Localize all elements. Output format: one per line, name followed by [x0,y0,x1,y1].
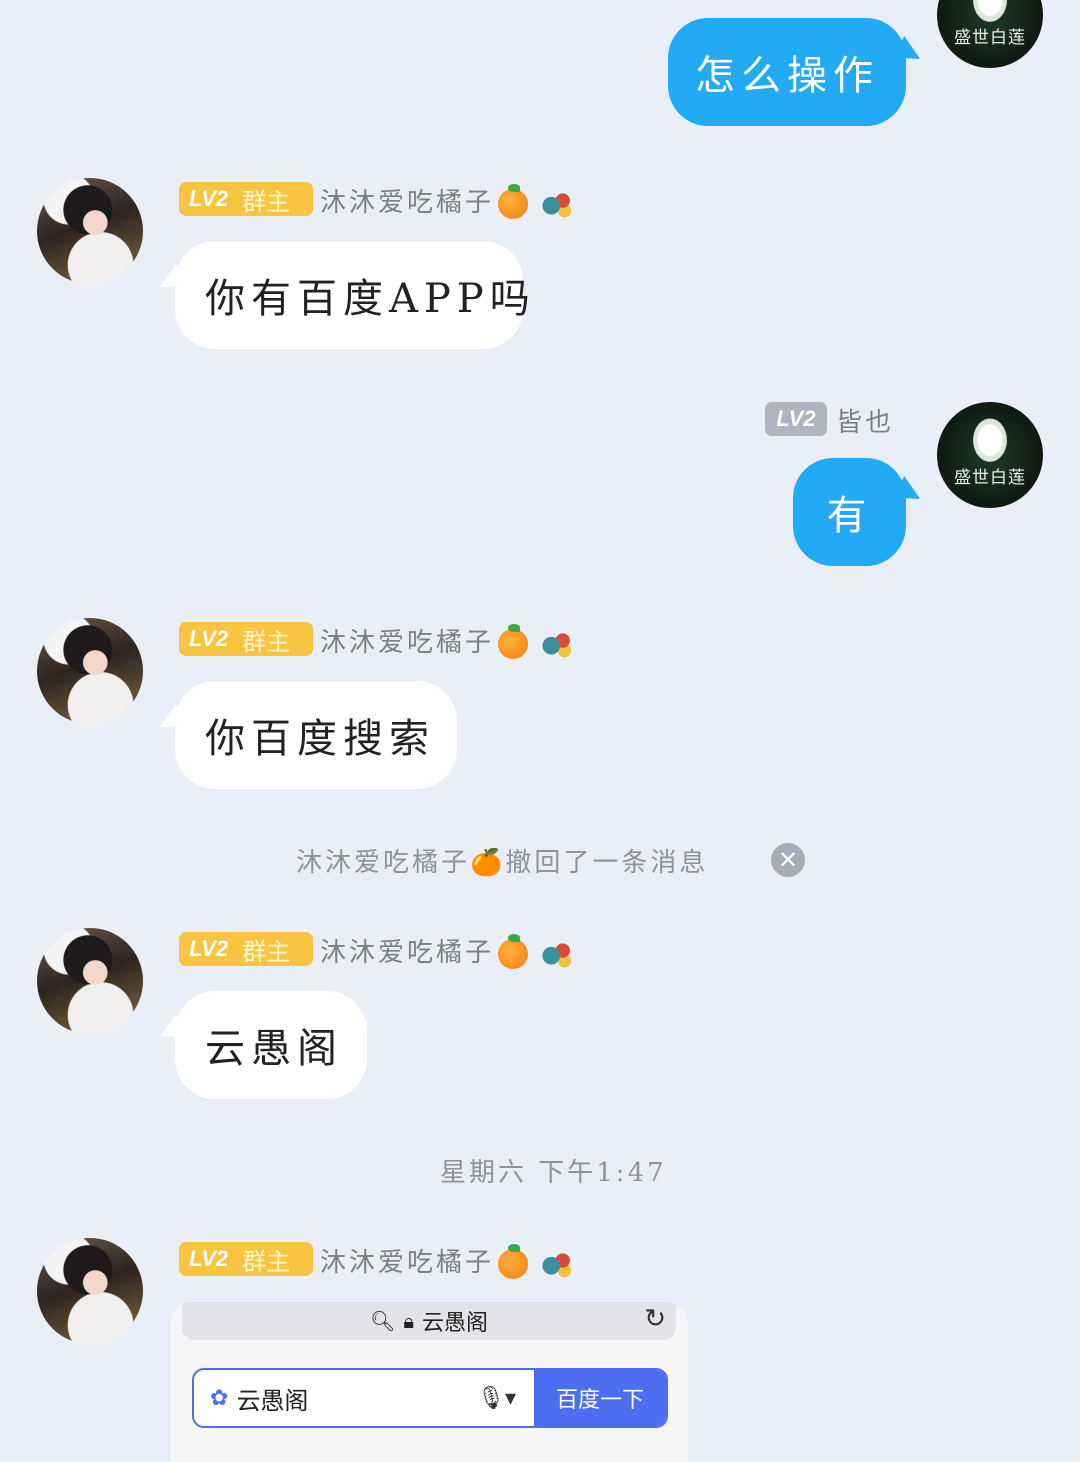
self-nickname: 皆也 [836,408,895,438]
level-badge: LV2 [765,402,827,436]
baidu-search-box: ✿ 云愚阁 🎙︎▾ 百度一下 [192,1368,668,1428]
baidu-search-button: 百度一下 [534,1370,666,1426]
search-query: 云愚阁 [236,1386,309,1415]
sender-nickname[interactable]: 沐沐爱吃橘子 [320,932,577,971]
image-message[interactable]: 🔍︎ 🔒︎ 云愚阁 ↻ ✿ 云愚阁 🎙︎▾ 百度一下 [170,1302,688,1462]
orange-icon [498,624,529,659]
dragon-icon [538,187,577,221]
nickname-text: 沐沐爱吃橘子 [320,1248,495,1278]
self-avatar[interactable]: 盛世白莲 [937,0,1043,68]
level-text: LV2 [189,1246,229,1271]
level-text: LV2 [189,626,229,651]
level-text: LV2 [189,186,229,211]
message-bubble[interactable]: 你百度搜索 [175,681,457,789]
dragon-icon [538,627,577,661]
lock-icon: 🔒︎ [403,1309,414,1333]
url-bar: 🔍︎ 🔒︎ 云愚阁 [182,1302,676,1340]
level-badge: LV2 群主 [179,1242,313,1276]
level-badge: LV2 群主 [179,622,313,656]
reload-icon: ↻ [644,1304,666,1334]
sender-nickname[interactable]: 沐沐爱吃橘子 [320,182,577,221]
close-icon[interactable]: ✕ [771,843,805,877]
microphone-icon: 🎙︎▾ [477,1385,516,1411]
nickname-text: 沐沐爱吃橘子 [320,628,495,658]
message-bubble-self[interactable]: 有 [793,458,906,566]
orange-icon [498,934,529,969]
level-text: LV2 [189,936,229,961]
sender-avatar[interactable] [37,928,143,1034]
role-text: 群主 [242,938,291,966]
sender-nickname[interactable]: 沐沐爱吃橘子 [320,622,577,661]
message-bubble[interactable]: 你有百度APP吗 [175,241,530,349]
self-avatar[interactable]: 盛世白莲 [937,402,1043,508]
level-badge: LV2 群主 [179,932,313,966]
role-text: 群主 [242,188,291,216]
orange-icon [498,184,529,219]
nickname-text: 沐沐爱吃橘子 [320,938,495,968]
avatar-label: 盛世白莲 [954,468,1026,489]
url-text: 云愚阁 [422,1311,489,1336]
baidu-paw-icon: ✿ [210,1385,229,1411]
dragon-icon [538,1247,577,1281]
message-bubble-self[interactable]: 怎么操作 [668,18,906,126]
sender-avatar[interactable] [37,1238,143,1344]
orange-icon [498,1244,529,1279]
timestamp: 星期六 下午1:47 [440,1158,667,1188]
message-bubble[interactable]: 云愚阁 [175,991,367,1099]
avatar-label: 盛世白莲 [954,28,1026,49]
role-text: 群主 [242,1248,291,1276]
level-badge: LV2 群主 [179,182,313,216]
sender-avatar[interactable] [37,618,143,724]
recall-notice: 沐沐爱吃橘子🍊撤回了一条消息 [296,848,709,878]
nickname-text: 沐沐爱吃橘子 [320,188,495,218]
sender-avatar[interactable] [37,178,143,284]
sender-nickname[interactable]: 沐沐爱吃橘子 [320,1242,577,1281]
dragon-icon [538,937,577,971]
search-icon: 🔍︎ [369,1309,396,1333]
role-text: 群主 [242,628,291,656]
